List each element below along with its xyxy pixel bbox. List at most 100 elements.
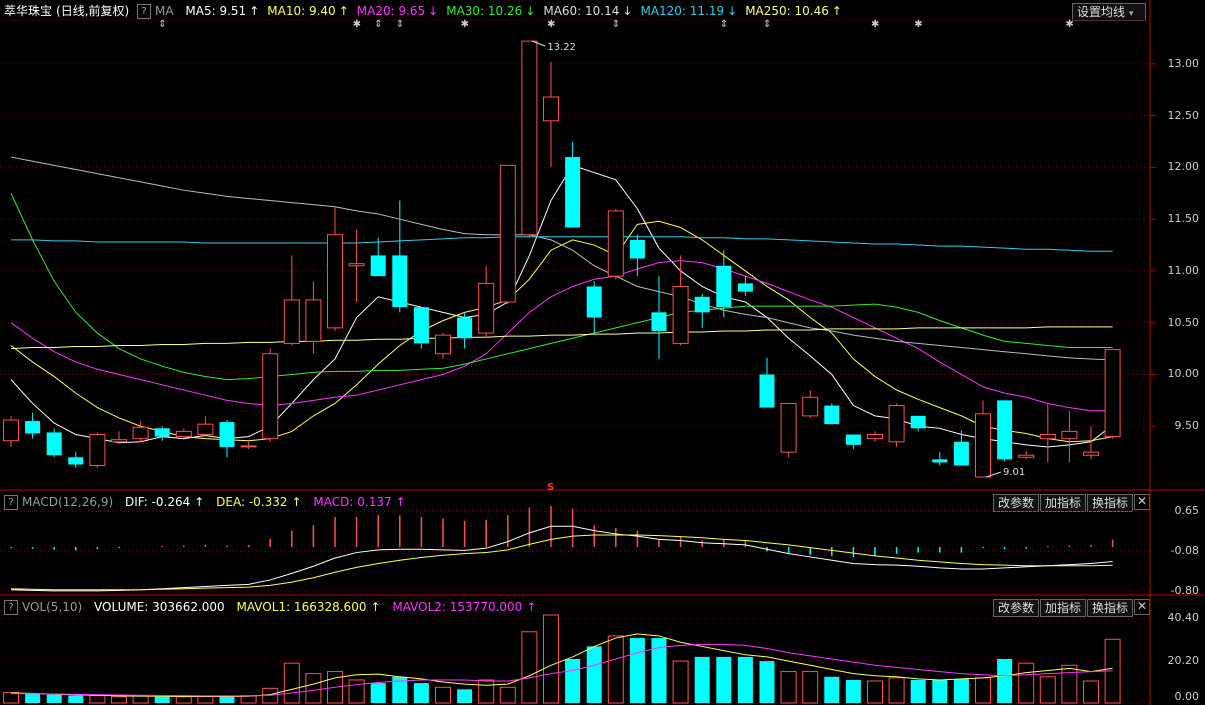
- ma-value-2: MA20: 9.65: [356, 4, 426, 18]
- vol-volume: VOLUME: 303662.000: [94, 600, 225, 614]
- volume-bar-down: [370, 683, 386, 703]
- event-marker-icon: ⇕: [720, 19, 728, 30]
- low-pointer: [985, 471, 1002, 478]
- volume-bar-down: [953, 678, 969, 703]
- volume-bar-down: [413, 683, 429, 703]
- vol-mavol2: MAVOL2: 153770.000: [392, 600, 523, 614]
- arrow-up-icon: ↑: [526, 600, 537, 614]
- volume-bar-up: [1083, 680, 1099, 704]
- macd-help-icon[interactable]: ?: [4, 495, 18, 510]
- arrow-up-icon: ↑: [338, 4, 349, 18]
- high-price-label: 13.22: [547, 42, 576, 53]
- candle-body-up: [305, 299, 322, 342]
- settings-ma-button[interactable]: 设置均线 ▾: [1072, 3, 1146, 21]
- ma-value-4: MA60: 10.14: [543, 4, 620, 18]
- event-marker-icon: ⇕: [612, 19, 620, 30]
- price-tick-label: 10.50: [1167, 315, 1200, 329]
- candle-body-down: [651, 312, 667, 331]
- candle-body-up: [521, 40, 538, 236]
- macd-close-icon[interactable]: ✕: [1134, 494, 1150, 510]
- arrow-down-icon: ↓: [428, 4, 439, 18]
- candle-body-down: [737, 283, 753, 292]
- volume-bar-up: [175, 696, 192, 704]
- candle-body-down: [392, 255, 408, 308]
- volume-tick-label: 20.20: [1167, 653, 1200, 667]
- macd-add-indicator-button[interactable]: 加指标: [1040, 494, 1087, 512]
- candle-body-up: [975, 413, 991, 478]
- macd-indicator-label[interactable]: MACD(12,26,9): [22, 495, 113, 509]
- event-marker-icon: ⇕: [763, 19, 771, 30]
- volume-bar-up: [305, 673, 322, 704]
- macd-tick-label: -0.80: [1170, 583, 1199, 597]
- arrow-up-icon: ↑: [395, 495, 406, 509]
- volume-bar-up: [975, 677, 991, 704]
- price-tick-label: 12.50: [1167, 108, 1200, 122]
- candle-body-up: [888, 405, 905, 443]
- price-tick-label: 11.50: [1167, 212, 1200, 226]
- candle-body-up: [1061, 430, 1078, 440]
- candle-body-down: [997, 400, 1013, 460]
- macd-header: ? MACD(12,26,9) DIF: -0.264 ↑ DEA: -0.332 ↑…: [4, 493, 410, 511]
- vol-change-params-button[interactable]: 改参数: [993, 599, 1040, 617]
- volume-bar-up: [867, 680, 883, 704]
- volume-bar-up: [132, 695, 149, 704]
- ma-value-0: MA5: 9.51: [185, 4, 247, 18]
- ma-line-ma10: [10, 220, 1113, 443]
- candle-body-up: [197, 423, 214, 436]
- volume-bar-down: [219, 696, 235, 703]
- candle-body-down: [413, 307, 429, 344]
- macd-switch-indicator-button[interactable]: 换指标: [1087, 494, 1134, 512]
- volume-bar-down: [759, 661, 775, 703]
- volume-bar-down: [694, 656, 710, 703]
- candle-body-down: [824, 405, 840, 425]
- volume-bar-up: [1104, 638, 1121, 704]
- candle-body-down: [932, 459, 948, 463]
- ma-line-ma60: [10, 156, 1113, 361]
- help-icon[interactable]: ?: [137, 4, 152, 19]
- ma-line-ma30: [10, 193, 1113, 381]
- candle-body-up: [327, 234, 343, 329]
- ma-value-5: MA120: 11.19: [640, 4, 725, 18]
- volume-bar-up: [1018, 662, 1035, 704]
- arrow-up-icon: ↑: [249, 4, 260, 18]
- stock-title: 萃华珠宝: [4, 4, 53, 18]
- volume-bar-up: [327, 671, 343, 704]
- candle-body-up: [607, 210, 624, 277]
- macd-tick-label: -0.08: [1170, 544, 1199, 558]
- ma-line-ma250: [10, 326, 1113, 350]
- vol-add-indicator-button[interactable]: 加指标: [1040, 599, 1087, 617]
- volume-bar-up: [111, 696, 127, 704]
- volume-bar-down: [651, 638, 667, 703]
- candle-body-up: [175, 430, 192, 438]
- volume-bar-up: [348, 679, 365, 704]
- volume-bar-up: [521, 631, 538, 704]
- vol-close-icon[interactable]: ✕: [1134, 599, 1150, 615]
- volume-bar-down: [629, 638, 645, 703]
- event-marker-icon: ⇕: [158, 19, 166, 30]
- arrow-down-icon: ↓: [727, 4, 738, 18]
- ma-label: MA: [155, 4, 174, 18]
- volume-bar-up: [283, 662, 300, 704]
- vol-switch-indicator-button[interactable]: 换指标: [1087, 599, 1134, 617]
- vol-mavol1: MAVOL1: 166328.600: [236, 600, 367, 614]
- volume-bar-up: [607, 635, 624, 704]
- macd-change-params-button[interactable]: 改参数: [993, 494, 1040, 512]
- candle-body-down: [457, 317, 473, 339]
- candle-body-down: [910, 415, 926, 429]
- ma-value-6: MA250: 10.46: [745, 4, 829, 18]
- volume-tick-label: 40.40: [1167, 611, 1200, 625]
- volume-bar-down: [845, 679, 861, 703]
- candle-body-up: [89, 434, 106, 467]
- volume-bar-down: [392, 676, 408, 703]
- candle-body-up: [478, 282, 495, 334]
- event-marker-icon: ✱: [871, 19, 879, 30]
- candle-body-up: [499, 164, 516, 303]
- price-tick-label: 11.00: [1167, 263, 1200, 277]
- event-marker-icon: ✱: [914, 19, 922, 30]
- volume-bar-up: [1039, 676, 1056, 704]
- vol-indicator-label[interactable]: VOL(5,10): [22, 600, 82, 614]
- vol-help-icon[interactable]: ?: [4, 600, 18, 615]
- volume-bar-down: [586, 646, 602, 703]
- candle-body-up: [132, 426, 149, 440]
- candle-body-down: [953, 441, 969, 466]
